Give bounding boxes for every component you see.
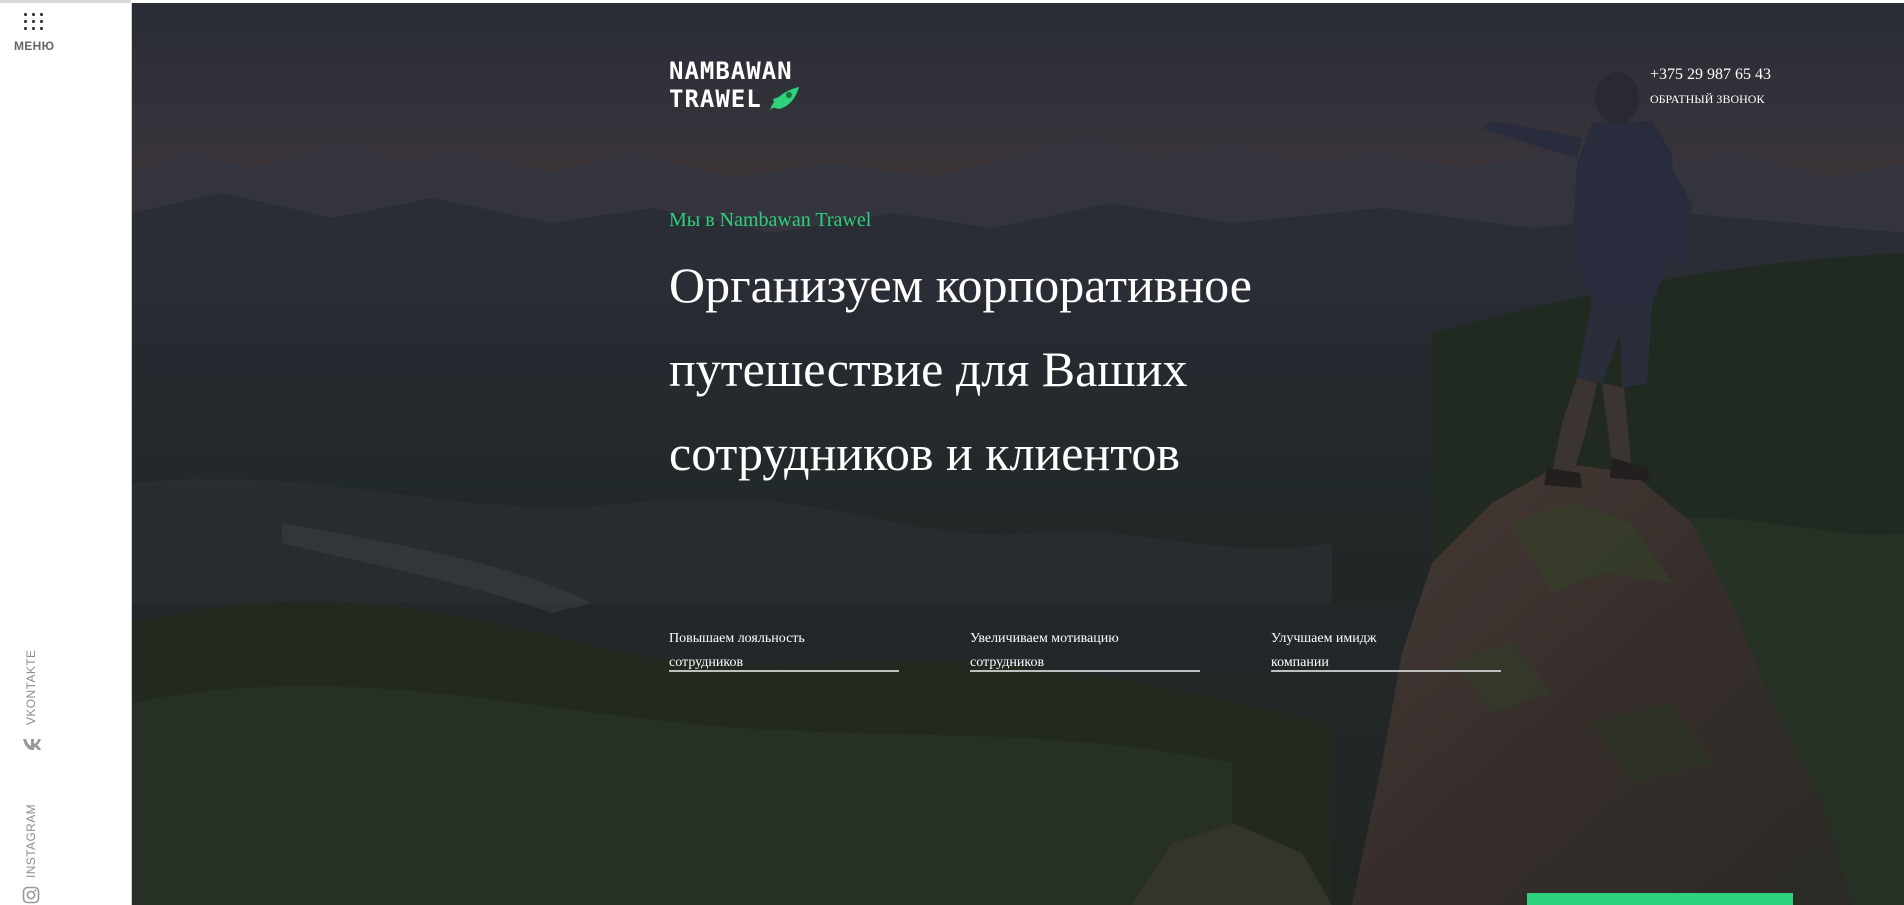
- feature-text: Увеличиваем мотивацию: [970, 631, 1119, 646]
- feature-text: Улучшаем имидж: [1271, 631, 1377, 646]
- hero-section: NAMBAWAN TRAWEL +375 29 987 65 43 ОБРАТН…: [131, 3, 1904, 905]
- feature-text: сотрудников: [669, 655, 744, 670]
- sidebar: МЕНЮ VKONTAKTE INSTAGRAM: [0, 0, 131, 905]
- grid-dots-icon: [24, 13, 44, 31]
- hero-headline: Организуем корпоративное путешествие для…: [669, 243, 1369, 495]
- logo-line-1: NAMBAWAN: [669, 57, 793, 85]
- menu-label: МЕНЮ: [14, 39, 55, 53]
- feature-motivation[interactable]: Увеличиваем мотивацию сотрудников: [970, 627, 1200, 672]
- feature-text: компании: [1271, 655, 1329, 670]
- hero-eyebrow: Мы в Nambawan Trawel: [669, 209, 872, 231]
- headline-line: сотрудников и клиентов: [669, 425, 1181, 481]
- top-divider: [0, 0, 131, 3]
- vk-icon: [23, 739, 41, 750]
- cta-button[interactable]: [1527, 893, 1793, 905]
- instagram-label: INSTAGRAM: [24, 803, 38, 878]
- site-logo[interactable]: NAMBAWAN TRAWEL: [669, 57, 799, 113]
- instagram-icon: [22, 886, 40, 904]
- headline-line: Организуем корпоративное: [669, 257, 1252, 313]
- headline-line: путешествие для Ваших: [669, 341, 1188, 397]
- instagram-link[interactable]: INSTAGRAM: [22, 800, 46, 905]
- feature-loyalty[interactable]: Повышаем лояльность сотрудников: [669, 627, 899, 672]
- rocket-icon: [769, 87, 799, 110]
- feature-text: сотрудников: [970, 655, 1045, 670]
- feature-image[interactable]: Улучшаем имидж компании: [1271, 627, 1501, 672]
- vkontakte-link[interactable]: VKONTAKTE: [22, 650, 46, 765]
- vkontakte-label: VKONTAKTE: [24, 649, 38, 725]
- menu-button[interactable]: МЕНЮ: [14, 10, 54, 56]
- feature-text: Повышаем лояльность: [669, 631, 805, 646]
- callback-link[interactable]: ОБРАТНЫЙ ЗВОНОК: [1650, 92, 1764, 107]
- phone-number-link[interactable]: +375 29 987 65 43: [1650, 66, 1771, 84]
